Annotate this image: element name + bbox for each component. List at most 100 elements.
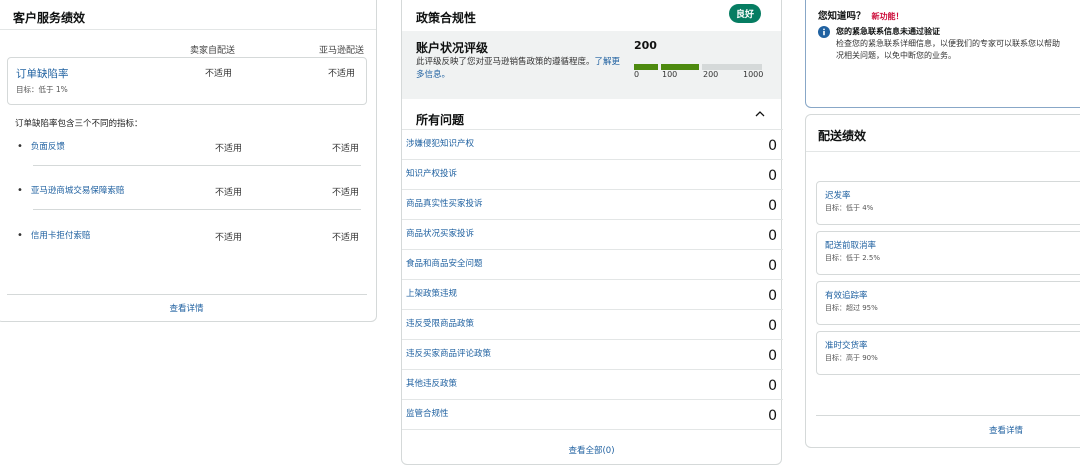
issue-link[interactable]: 上架政策违规 bbox=[406, 287, 457, 299]
table-row: 商品状况买家投诉 0 bbox=[402, 219, 783, 249]
notice-body: 检查您的紧急联系详细信息，以便我们的专家可以联系您以帮助 况相关问题，以免中断您的… bbox=[836, 38, 1080, 63]
metric-link[interactable]: 亚马逊商城交易保障索赔 bbox=[31, 186, 125, 196]
divider bbox=[0, 29, 376, 30]
notice-body-line: 况相关问题，以免中断您的业务。 bbox=[836, 51, 956, 61]
new-feature-tag: 新功能！ bbox=[871, 12, 904, 21]
table-row: 食品和商品安全问题 0 bbox=[402, 249, 783, 279]
rating-score: 200 bbox=[634, 39, 657, 52]
notice-headline: 您的紧急联系信息未通过验证 bbox=[836, 27, 940, 36]
metric-link[interactable]: 信用卡拒付索赔 bbox=[31, 231, 91, 241]
did-you-know-panel: 您知道吗？ 新功能！ 您的紧急联系信息未通过验证 检查您的紧急联系详细信息，以便我… bbox=[805, 0, 1080, 108]
issue-link[interactable]: 违反买家商品评论政策 bbox=[406, 347, 491, 359]
divider bbox=[806, 151, 1080, 152]
issue-link[interactable]: 商品真实性买家投诉 bbox=[406, 197, 483, 209]
metric-mfn-value: 不适用 bbox=[215, 188, 243, 198]
shipping-performance-title: 配送绩效 bbox=[818, 129, 867, 143]
bullet-icon: • bbox=[17, 230, 23, 241]
odr-target: 目标：低于 1% bbox=[16, 85, 68, 94]
issue-count: 0 bbox=[768, 288, 777, 304]
metric-afn-value: 不适用 bbox=[332, 233, 360, 243]
issue-link[interactable]: 商品状况买家投诉 bbox=[406, 227, 474, 239]
rating-title: 账户状况评级 bbox=[416, 41, 489, 55]
odr-metric-box: 订单缺陷率 目标：低于 1% 不适用 不适用 bbox=[7, 57, 367, 105]
scale-tick-label: 0 bbox=[634, 70, 640, 79]
divider bbox=[33, 209, 361, 210]
table-row: 其他违反政策 0 bbox=[402, 369, 783, 399]
customer-service-panel: 客户服务绩效 卖家自配送 亚马逊配送 订单缺陷率 目标：低于 1% 不适用 不适… bbox=[0, 0, 377, 322]
issue-link[interactable]: 其他违反政策 bbox=[406, 377, 457, 389]
list-item: • 负面反馈 bbox=[17, 140, 65, 152]
all-issues-title: 所有问题 bbox=[416, 113, 465, 127]
table-row: 违反买家商品评论政策 0 bbox=[402, 339, 783, 369]
issue-link[interactable]: 涉嫌侵犯知识产权 bbox=[406, 137, 474, 149]
chevron-up-icon[interactable] bbox=[755, 109, 765, 119]
issue-count: 0 bbox=[768, 408, 777, 424]
valid-tracking-rate-link[interactable]: 有效追踪率 bbox=[825, 289, 868, 301]
divider bbox=[816, 415, 1080, 416]
issue-link[interactable]: 知识产权投诉 bbox=[406, 167, 457, 179]
rating-description-text: 此评级反映了您对亚马逊销售政策的遵循程度。 bbox=[416, 57, 595, 67]
scale-tick-label: 1000 bbox=[743, 70, 764, 79]
table-row: 上架政策违规 0 bbox=[402, 279, 783, 309]
table-row: 商品真实性买家投诉 0 bbox=[402, 189, 783, 219]
odr-afn-value: 不适用 bbox=[328, 69, 356, 79]
issue-count: 0 bbox=[768, 348, 777, 364]
table-row: 监管合规性 0 bbox=[402, 399, 783, 429]
issue-count: 0 bbox=[768, 168, 777, 184]
bullet-icon: • bbox=[17, 141, 23, 152]
metric-box: 准时交货率 目标：高于 90% bbox=[816, 331, 1080, 375]
late-shipment-rate-link[interactable]: 迟发率 bbox=[825, 189, 851, 201]
table-row: 涉嫌侵犯知识产权 0 bbox=[402, 129, 783, 159]
metric-link[interactable]: 负面反馈 bbox=[31, 142, 65, 152]
divider bbox=[33, 165, 361, 166]
list-item: • 亚马逊商城交易保障索赔 bbox=[17, 184, 124, 196]
column-header-mfn: 卖家自配送 bbox=[190, 46, 236, 56]
issue-count: 0 bbox=[768, 228, 777, 244]
scale-tick-label: 100 bbox=[662, 70, 678, 79]
divider bbox=[402, 429, 781, 430]
table-row: 违反受限商品政策 0 bbox=[402, 309, 783, 339]
odr-link[interactable]: 订单缺陷率 bbox=[16, 66, 69, 81]
view-details-link[interactable]: 查看详情 bbox=[0, 302, 376, 314]
metric-afn-value: 不适用 bbox=[332, 144, 360, 154]
column-header-afn: 亚马逊配送 bbox=[319, 46, 365, 56]
bullet-icon: • bbox=[17, 185, 23, 196]
customer-service-title: 客户服务绩效 bbox=[13, 11, 86, 25]
account-health-rating: 账户状况评级 此评级反映了您对亚马逊销售政策的遵循程度。了解更多信息。 200 … bbox=[402, 31, 781, 99]
issue-count: 0 bbox=[768, 198, 777, 214]
status-badge: 良好 bbox=[728, 4, 761, 23]
metric-box: 配送前取消率 目标：低于 2.5% bbox=[816, 231, 1080, 275]
metric-afn-value: 不适用 bbox=[332, 188, 360, 198]
shipping-performance-panel: 配送绩效 迟发率 目标：低于 4% 配送前取消率 目标：低于 2.5% 有效追踪率目… bbox=[805, 114, 1080, 448]
pre-fulfillment-cancel-rate-link[interactable]: 配送前取消率 bbox=[825, 239, 876, 251]
metric-target: 目标：超过 95% bbox=[825, 304, 878, 312]
policy-compliance-title: 政策合规性 bbox=[416, 11, 477, 25]
did-you-know-heading: 您知道吗？ 新功能！ bbox=[818, 8, 904, 22]
rating-description: 此评级反映了您对亚马逊销售政策的遵循程度。了解更多信息。 bbox=[416, 56, 621, 82]
info-icon bbox=[818, 26, 830, 38]
list-item: • 信用卡拒付索赔 bbox=[17, 229, 90, 241]
divider bbox=[7, 294, 367, 295]
issue-count: 0 bbox=[768, 138, 777, 154]
scale-tick-label: 200 bbox=[703, 70, 719, 79]
metric-target: 目标：低于 4% bbox=[825, 204, 874, 212]
policy-compliance-panel: 政策合规性 良好 账户状况评级 此评级反映了您对亚马逊销售政策的遵循程度。了解更… bbox=[401, 0, 783, 465]
odr-intro-text: 订单缺陷率包含三个不同的指标： bbox=[15, 119, 143, 129]
odr-mfn-value: 不适用 bbox=[205, 69, 233, 79]
metric-box: 有效追踪率目标：超过 95% bbox=[816, 281, 1080, 325]
view-all-link[interactable]: 查看全部(0) bbox=[402, 444, 781, 456]
notice-body-line: 检查您的紧急联系详细信息，以便我们的专家可以联系您以帮助 bbox=[836, 39, 1060, 48]
issue-link[interactable]: 食品和商品安全问题 bbox=[406, 257, 483, 269]
issue-count: 0 bbox=[768, 318, 777, 334]
view-details-link[interactable]: 查看详情 bbox=[816, 424, 1080, 436]
issue-link[interactable]: 监管合规性 bbox=[406, 407, 449, 419]
metric-box: 迟发率目标：低于 4% bbox=[816, 181, 1080, 225]
metric-mfn-value: 不适用 bbox=[215, 144, 243, 154]
did-you-know-title: 您知道吗？ bbox=[818, 11, 866, 22]
issue-count: 0 bbox=[768, 378, 777, 394]
table-row: 知识产权投诉 0 bbox=[402, 159, 783, 189]
on-time-delivery-rate-link[interactable]: 准时交货率 bbox=[825, 339, 868, 351]
issue-count: 0 bbox=[768, 258, 777, 274]
issue-link[interactable]: 违反受限商品政策 bbox=[406, 317, 474, 329]
metric-mfn-value: 不适用 bbox=[215, 233, 243, 243]
